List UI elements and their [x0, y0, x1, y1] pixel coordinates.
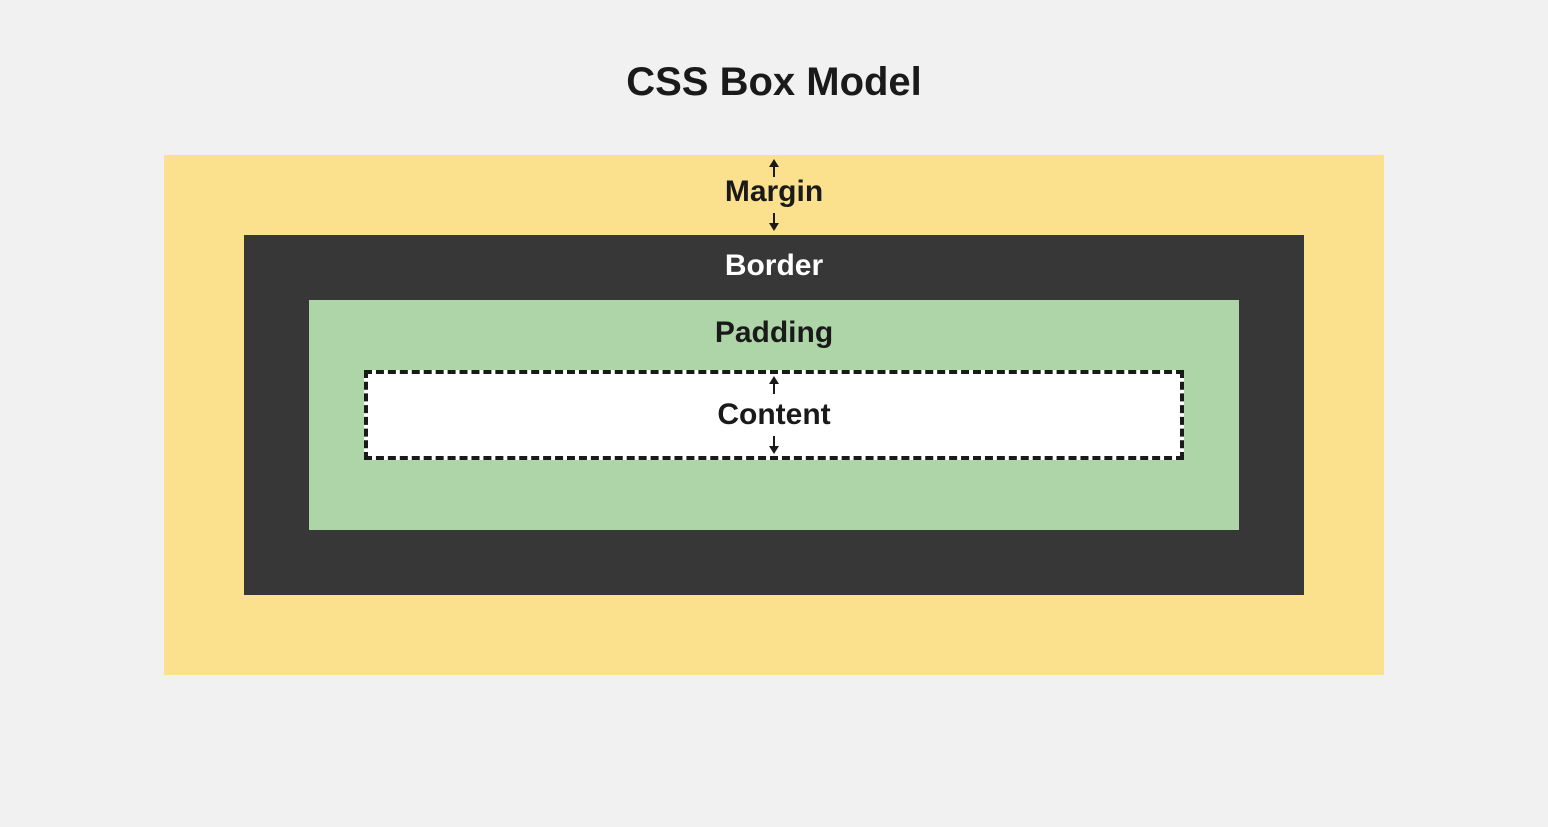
box-model-diagram: Margin Border Padding Content — [164, 155, 1384, 675]
diagram-title: CSS Box Model — [626, 60, 922, 105]
content-layer: Content — [364, 370, 1184, 460]
arrow-down-icon — [769, 436, 779, 454]
padding-layer: Padding Content — [309, 300, 1239, 530]
border-layer: Border Padding Content — [244, 235, 1304, 595]
border-label: Border — [725, 249, 823, 283]
arrow-down-icon — [769, 213, 779, 231]
arrow-up-icon — [769, 376, 779, 394]
content-label: Content — [717, 398, 830, 432]
margin-label: Margin — [725, 175, 823, 209]
padding-label: Padding — [715, 316, 833, 350]
margin-layer: Margin Border Padding Content — [164, 155, 1384, 675]
